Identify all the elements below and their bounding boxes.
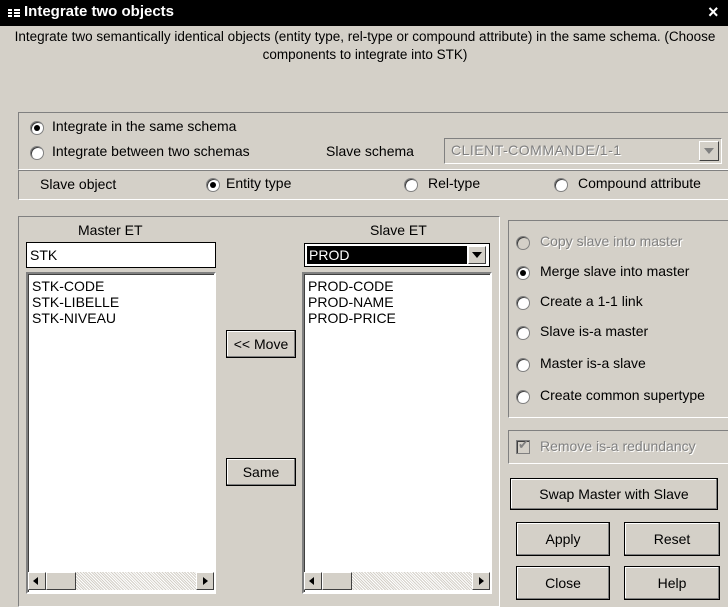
- common-supertype-label[interactable]: Create common supertype: [540, 387, 705, 403]
- remove-isa-checkbox[interactable]: ✔: [516, 437, 530, 454]
- copy-slave-radio[interactable]: [516, 236, 530, 250]
- same-schema-radio[interactable]: [30, 121, 44, 135]
- master-isa-slave-radio[interactable]: [516, 358, 530, 372]
- slave-et-dropdown-button[interactable]: [468, 246, 486, 264]
- scroll-left-button[interactable]: [28, 572, 46, 590]
- master-isa-slave-label[interactable]: Master is-a slave: [540, 355, 646, 371]
- scroll-thumb[interactable]: [322, 572, 352, 590]
- window-menu-icon[interactable]: [8, 9, 20, 17]
- description-text: Integrate two semantically identical obj…: [14, 29, 716, 62]
- move-button[interactable]: << Move: [226, 330, 296, 358]
- create-link-radio[interactable]: [516, 296, 530, 310]
- merge-slave-label[interactable]: Merge slave into master: [540, 263, 689, 279]
- slave-schema-dropdown-button[interactable]: [699, 141, 719, 161]
- compound-attribute-label[interactable]: Compound attribute: [578, 175, 701, 191]
- common-supertype-radio[interactable]: [516, 390, 530, 404]
- slave-et-value: PROD: [309, 247, 350, 263]
- help-button[interactable]: Help: [624, 566, 720, 600]
- slave-et-select[interactable]: PROD: [304, 243, 490, 267]
- two-schemas-radio[interactable]: [30, 146, 44, 160]
- apply-button[interactable]: Apply: [516, 522, 610, 556]
- reset-button[interactable]: Reset: [624, 522, 720, 556]
- rel-type-label[interactable]: Rel-type: [428, 175, 480, 191]
- slave-isa-master-radio[interactable]: [516, 326, 530, 340]
- arrow-right-icon: [479, 577, 484, 585]
- list-item[interactable]: PROD-CODE: [304, 278, 490, 294]
- chevron-down-icon: [472, 252, 482, 258]
- title-bar: Integrate two objects ×: [0, 0, 728, 26]
- list-item[interactable]: STK-CODE: [28, 278, 214, 294]
- same-schema-label[interactable]: Integrate in the same schema: [52, 118, 236, 134]
- scroll-left-button[interactable]: [304, 572, 322, 590]
- master-components-list[interactable]: STK-CODE STK-LIBELLE STK-NIVEAU: [26, 272, 216, 594]
- rel-type-radio[interactable]: [404, 178, 418, 192]
- slave-list-scrollbar[interactable]: [304, 572, 490, 590]
- window-title: Integrate two objects: [24, 3, 175, 20]
- slave-isa-master-label[interactable]: Slave is-a master: [540, 323, 648, 339]
- arrow-right-icon: [203, 577, 208, 585]
- list-item[interactable]: STK-LIBELLE: [28, 294, 214, 310]
- create-link-label[interactable]: Create a 1-1 link: [540, 293, 643, 309]
- list-item[interactable]: STK-NIVEAU: [28, 310, 214, 326]
- slave-et-value-highlight: PROD: [307, 246, 467, 264]
- same-button[interactable]: Same: [226, 458, 296, 486]
- checkmark-icon: ✔: [518, 437, 529, 452]
- chevron-down-icon: [704, 148, 714, 154]
- close-icon[interactable]: ×: [708, 2, 719, 23]
- slave-schema-label: Slave schema: [326, 143, 414, 159]
- scroll-right-button[interactable]: [196, 572, 214, 590]
- slave-object-label: Slave object: [40, 176, 117, 192]
- master-list-scrollbar[interactable]: [28, 572, 214, 590]
- arrow-left-icon: [309, 577, 314, 585]
- swap-button[interactable]: Swap Master with Slave: [510, 478, 718, 510]
- slave-et-header: Slave ET: [370, 222, 427, 238]
- slave-components-list[interactable]: PROD-CODE PROD-NAME PROD-PRICE: [302, 272, 492, 594]
- two-schemas-label[interactable]: Integrate between two schemas: [52, 143, 250, 159]
- master-et-header: Master ET: [78, 222, 143, 238]
- slave-schema-select[interactable]: CLIENT-COMMANDE/1-1: [444, 138, 722, 164]
- scroll-thumb[interactable]: [46, 572, 76, 590]
- list-item[interactable]: PROD-PRICE: [304, 310, 490, 326]
- copy-slave-label[interactable]: Copy slave into master: [540, 233, 682, 249]
- remove-isa-label[interactable]: Remove is-a redundancy: [540, 438, 696, 454]
- arrow-left-icon: [33, 577, 38, 585]
- entity-type-radio[interactable]: [206, 178, 220, 192]
- list-item[interactable]: PROD-NAME: [304, 294, 490, 310]
- merge-slave-radio[interactable]: [516, 266, 530, 280]
- slave-schema-value: CLIENT-COMMANDE/1-1: [451, 142, 622, 158]
- master-et-field[interactable]: STK: [26, 242, 216, 268]
- compound-attribute-radio[interactable]: [554, 178, 568, 192]
- scroll-right-button[interactable]: [472, 572, 490, 590]
- master-et-value: STK: [30, 247, 58, 263]
- entity-type-label[interactable]: Entity type: [226, 175, 291, 191]
- close-button[interactable]: Close: [516, 566, 610, 600]
